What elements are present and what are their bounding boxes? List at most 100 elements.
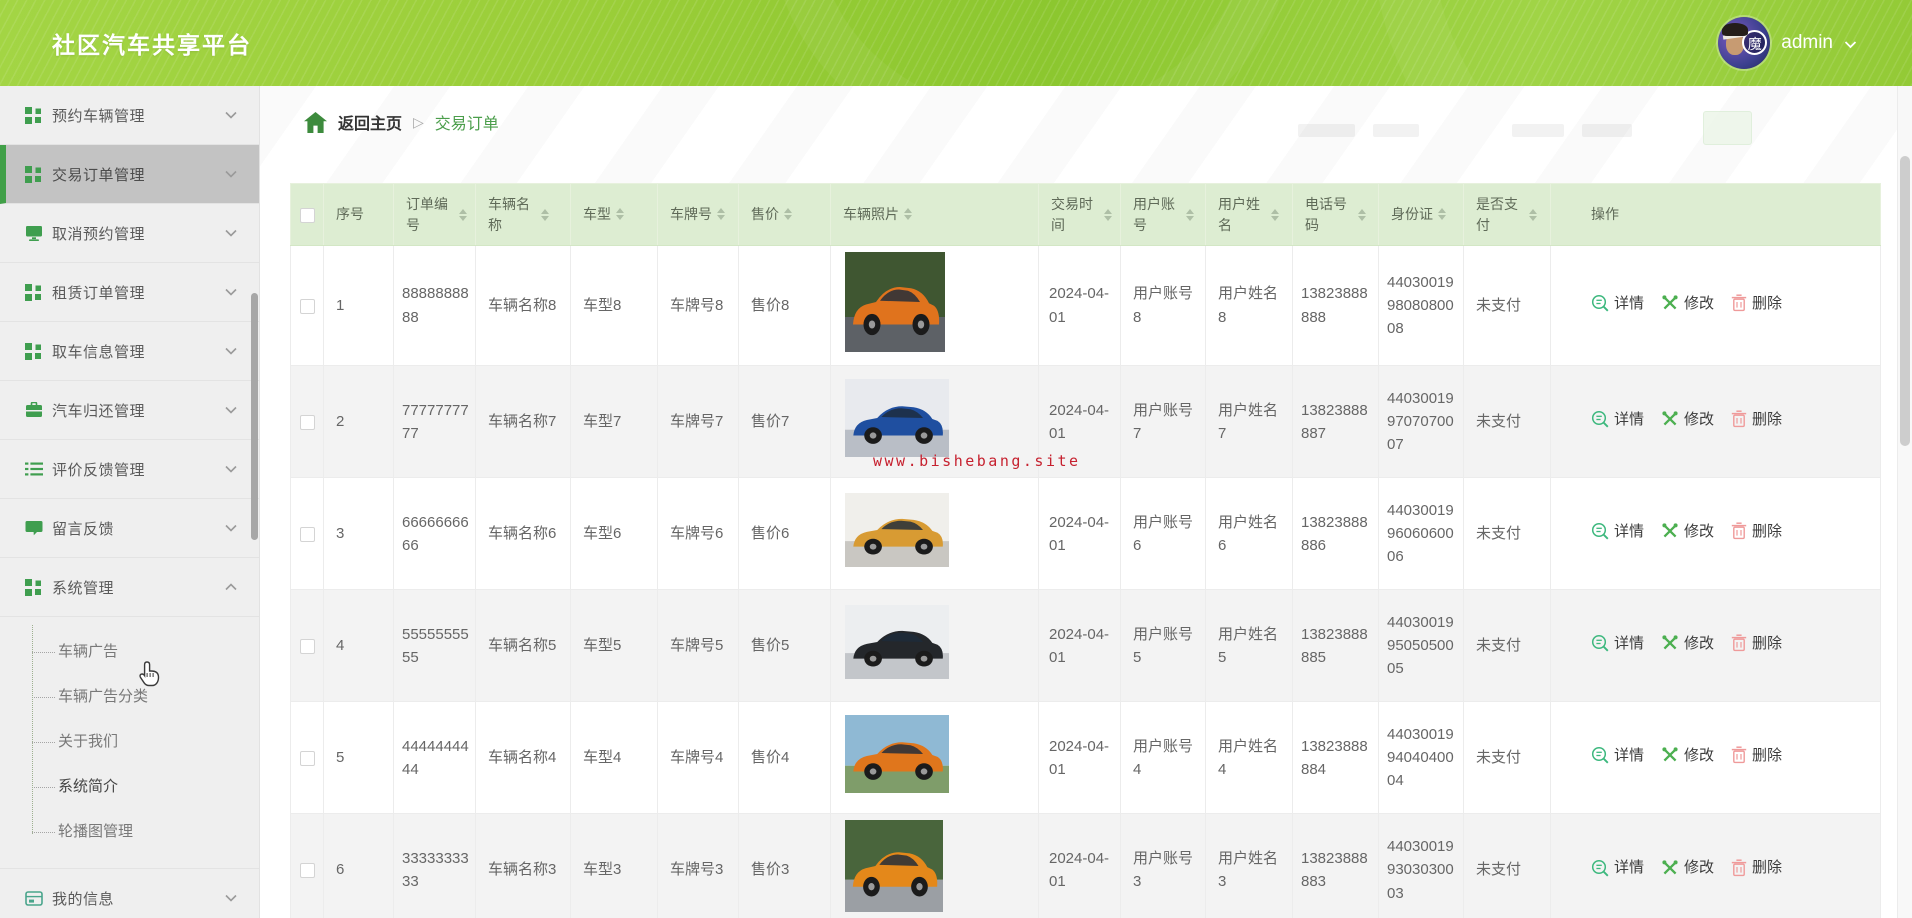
cell-actions: 详情 修改 删除 (1550, 813, 1881, 918)
row-checkbox[interactable] (299, 750, 315, 766)
sort-icon[interactable] (1104, 208, 1112, 221)
col-header-price[interactable]: 售价 (738, 183, 831, 246)
delete-button[interactable]: 删除 (1731, 744, 1782, 767)
edit-button[interactable]: 修改 (1661, 408, 1714, 431)
action-label: 删除 (1752, 294, 1783, 312)
detail-button[interactable]: 详情 (1591, 744, 1644, 767)
sidebar-item-取车信息管理[interactable]: 取车信息管理 (0, 322, 259, 381)
sort-icon[interactable] (541, 208, 549, 221)
sort-icon[interactable] (1186, 208, 1194, 221)
sidebar-item-评价反馈管理[interactable]: 评价反馈管理 (0, 440, 259, 499)
sidebar-item-我的信息[interactable]: 我的信息 (0, 869, 259, 918)
detail-button[interactable]: 详情 (1591, 520, 1644, 543)
row-checkbox[interactable] (299, 298, 315, 314)
cell-price: 售价5 (738, 589, 831, 703)
sidebar-item-预约车辆管理[interactable]: 预约车辆管理 (0, 86, 259, 145)
sort-icon[interactable] (784, 208, 792, 221)
sidebar-subitem-系统简介[interactable]: 系统简介 (0, 764, 259, 809)
sort-icon[interactable] (717, 208, 725, 221)
edit-button[interactable]: 修改 (1661, 856, 1714, 879)
detail-button[interactable]: 详情 (1591, 292, 1644, 315)
sort-icon[interactable] (1438, 208, 1446, 221)
avatar[interactable]: 魔 (1718, 17, 1771, 69)
sort-icon[interactable] (459, 208, 467, 221)
col-header-pay_status[interactable]: 是否支付 (1463, 183, 1551, 246)
detail-button[interactable]: 详情 (1591, 408, 1644, 431)
delete-button[interactable]: 删除 (1731, 520, 1782, 543)
user-name: admin (1781, 32, 1833, 53)
select-all-checkbox[interactable] (299, 207, 315, 223)
top-header: 社区汽车共享平台 魔 admin (0, 0, 1912, 86)
home-icon[interactable] (304, 111, 327, 133)
sidebar-item-留言反馈[interactable]: 留言反馈 (0, 499, 259, 558)
action-label: 详情 (1614, 858, 1645, 876)
sidebar-subitem-轮播图管理[interactable]: 轮播图管理 (0, 809, 259, 854)
table-row: 4 5555555555 车辆名称5 车型5 车牌号5 售价5 2024-04-01 用户账… (290, 589, 1881, 703)
col-header-trade_time[interactable]: 交易时间 (1038, 183, 1121, 246)
edit-button[interactable]: 修改 (1661, 632, 1714, 655)
cell-phone: 13823888884 (1292, 701, 1379, 815)
car-photo (845, 379, 949, 458)
cell-actions: 详情 修改 删除 (1550, 589, 1881, 703)
sidebar-subitem-关于我们[interactable]: 关于我们 (0, 719, 259, 764)
sidebar-item-取消预约管理[interactable]: 取消预约管理 (0, 204, 259, 263)
breadcrumb-home-link[interactable]: 返回主页 (338, 110, 402, 134)
sort-icon[interactable] (1271, 208, 1279, 221)
cell-pay-status: 未支付 (1463, 477, 1551, 591)
delete-button[interactable]: 删除 (1731, 292, 1782, 315)
cell-user-account: 用户账号5 (1120, 589, 1206, 703)
row-checkbox[interactable] (299, 526, 315, 542)
delete-button[interactable]: 删除 (1731, 632, 1782, 655)
col-header-car_name[interactable]: 车辆名称 (475, 183, 571, 246)
col-header-id_card[interactable]: 身份证 (1378, 183, 1464, 246)
scrollbar-thumb[interactable] (1900, 156, 1910, 446)
cell-photo (830, 244, 1039, 367)
cell-order-no: 3333333333 (393, 813, 476, 918)
edit-button[interactable]: 修改 (1661, 744, 1714, 767)
sidebar-subitem-车辆广告[interactable]: 车辆广告 (0, 629, 259, 674)
sidebar-submenu: 车辆广告 车辆广告分类 关于我们 系统简介 轮播图管理 (0, 617, 259, 869)
action-label: 详情 (1614, 746, 1645, 764)
sidebar-item-交易订单管理[interactable]: 交易订单管理 (0, 145, 259, 204)
sort-icon[interactable] (616, 208, 624, 221)
car-photo (845, 605, 949, 680)
col-header-label: 车辆名称 (488, 196, 530, 233)
sort-icon[interactable] (904, 208, 912, 221)
col-header-order_no[interactable]: 订单编号 (393, 183, 476, 246)
col-header-photo[interactable]: 车辆照片 (830, 183, 1039, 246)
cell-price: 售价7 (738, 365, 831, 479)
detail-button[interactable]: 详情 (1591, 856, 1644, 879)
col-header-label: 车牌号 (670, 206, 712, 223)
col-header-plate_no[interactable]: 车牌号 (657, 183, 739, 246)
sidebar-scrollbar[interactable] (251, 293, 258, 540)
detail-button[interactable]: 详情 (1591, 632, 1644, 655)
faded-search-button[interactable] (1703, 111, 1752, 145)
col-header-user_account[interactable]: 用户账号 (1120, 183, 1206, 246)
row-checkbox[interactable] (299, 862, 315, 878)
user-menu[interactable]: 魔 admin (1718, 17, 1857, 69)
col-header-car_model[interactable]: 车型 (570, 183, 658, 246)
col-header-checkbox (290, 183, 324, 246)
col-header-user_name[interactable]: 用户姓名 (1205, 183, 1293, 246)
row-checkbox[interactable] (299, 414, 315, 430)
sort-icon[interactable] (1358, 208, 1366, 221)
edit-button[interactable]: 修改 (1661, 520, 1714, 543)
cell-user-name: 用户姓名5 (1205, 589, 1293, 703)
chat-icon (24, 520, 43, 536)
cell-car-model: 车型7 (570, 365, 658, 479)
action-label: 删除 (1752, 746, 1783, 764)
sidebar-subitem-车辆广告分类[interactable]: 车辆广告分类 (0, 674, 259, 719)
sort-icon[interactable] (1529, 208, 1537, 221)
page-scrollbar[interactable] (1897, 86, 1912, 918)
row-checkbox[interactable] (299, 638, 315, 654)
delete-button[interactable]: 删除 (1731, 408, 1782, 431)
cell-car-name: 车辆名称7 (475, 365, 571, 479)
sidebar-item-租赁订单管理[interactable]: 租赁订单管理 (0, 263, 259, 322)
delete-button[interactable]: 删除 (1731, 856, 1782, 879)
edit-button[interactable]: 修改 (1661, 292, 1714, 315)
sidebar-item-汽车归还管理[interactable]: 汽车归还管理 (0, 381, 259, 440)
sidebar-item-系统管理[interactable]: 系统管理 (0, 558, 259, 617)
row-checkbox-cell (290, 244, 324, 367)
chevron-down-icon (225, 111, 237, 119)
col-header-phone[interactable]: 电话号码 (1292, 183, 1379, 246)
